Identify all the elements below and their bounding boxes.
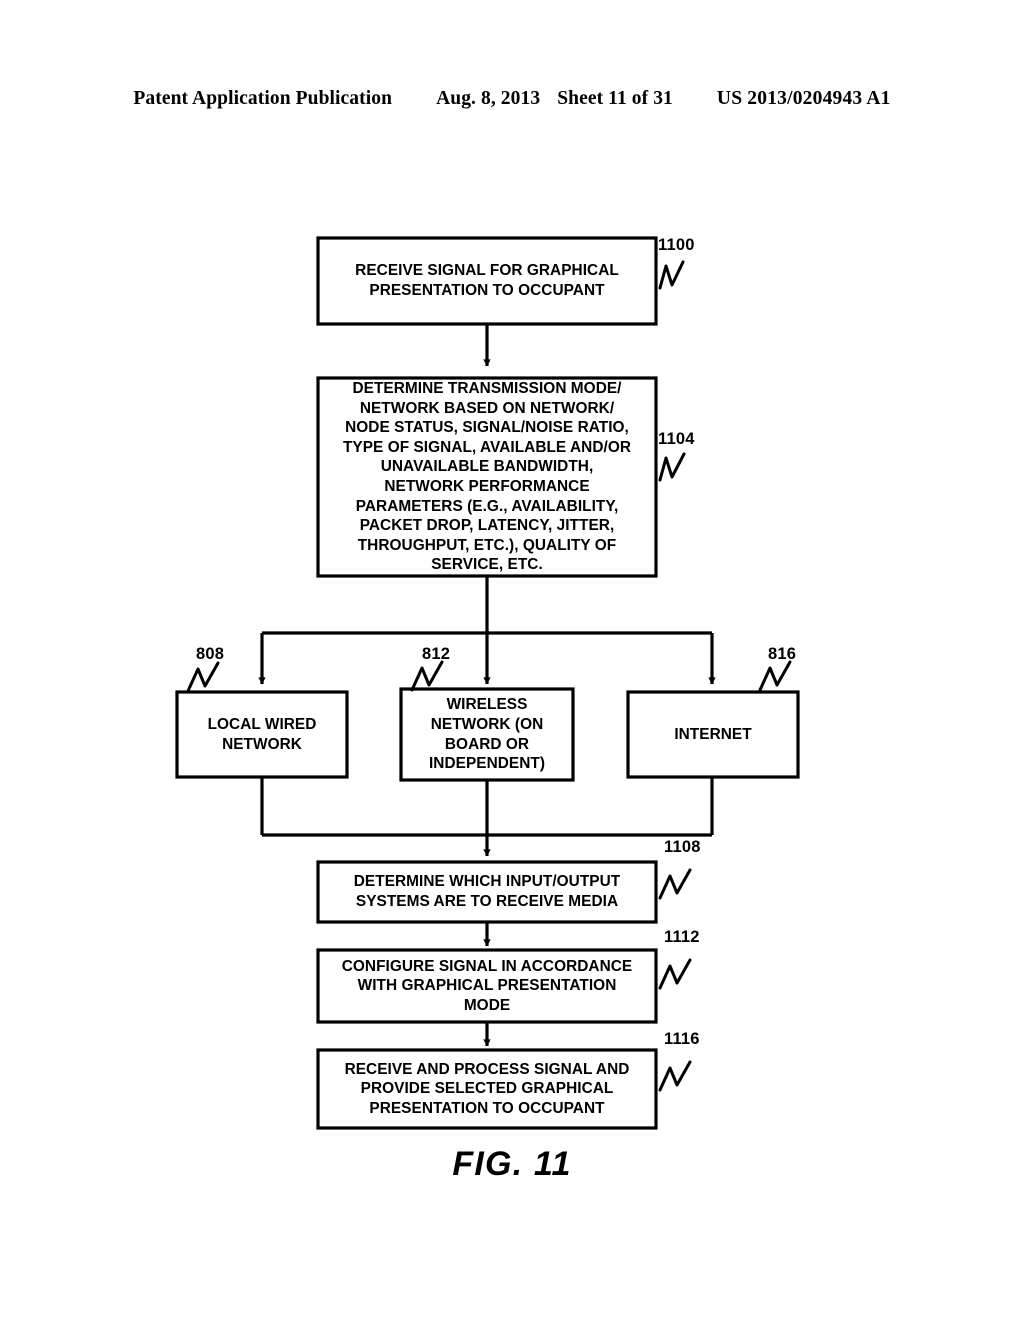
text-line: RECEIVE AND PROCESS SIGNAL AND <box>344 1060 630 1078</box>
box-internet-label: INTERNET <box>628 692 798 777</box>
text-line: WITH GRAPHICAL PRESENTATION <box>357 977 617 995</box>
text-line: NETWORK PERFORMANCE <box>384 478 590 495</box>
ref-numeral-816: 816 <box>768 645 797 663</box>
text-line: SYSTEMS ARE TO RECEIVE MEDIA <box>355 893 619 910</box>
figure-caption: FIG. 11 <box>452 1145 572 1183</box>
text-line: NETWORK (ON <box>430 715 544 733</box>
ref-numeral-812: 812 <box>422 645 451 663</box>
box-local-wired-network-label: LOCAL WIRED NETWORK <box>177 692 347 777</box>
lead-squiggle-1112 <box>658 958 692 990</box>
text-line: SERVICE, ETC. <box>431 556 543 574</box>
box-configure-signal-label: CONFIGURE SIGNAL IN ACCORDANCE WITH GRAP… <box>318 950 656 1022</box>
patent-figure-page: Patent Application Publication Aug. 8, 2… <box>0 0 1024 1320</box>
text-line: NETWORK BASED ON NETWORK/ <box>359 399 615 417</box>
text-line: DETERMINE WHICH INPUT/OUTPUT <box>353 873 621 891</box>
box-receive-signal-label: RECEIVE SIGNAL FOR GRAPHICAL PRESENTATIO… <box>318 238 656 324</box>
text-line: PROVIDE SELECTED GRAPHICAL <box>360 1080 614 1098</box>
box-receive-and-process-label: RECEIVE AND PROCESS SIGNAL AND PROVIDE S… <box>318 1050 656 1128</box>
ref-numeral-1104: 1104 <box>658 430 695 448</box>
lead-squiggle-808 <box>186 661 220 693</box>
text-line: INDEPENDENT) <box>428 755 546 773</box>
text-line: INTERNET <box>674 725 752 743</box>
text-line: PARAMETERS (E.G., AVAILABILITY, <box>355 497 619 515</box>
lead-squiggle-816 <box>758 660 792 692</box>
lead-squiggle-1104 <box>658 452 686 482</box>
lead-squiggle-1100 <box>658 260 685 290</box>
text-line: NODE STATUS, SIGNAL/NOISE RATIO, <box>345 419 629 437</box>
text-line: RECEIVE SIGNAL FOR GRAPHICAL <box>355 262 619 280</box>
text-line: WIRELESS <box>446 696 528 714</box>
text-line: BOARD OR <box>444 735 530 753</box>
ref-numeral-1108: 1108 <box>664 838 701 856</box>
lead-squiggle-812 <box>410 660 444 692</box>
text-line: DETERMINE TRANSMISSION MODE/ <box>352 380 622 398</box>
text-line: PRESENTATION TO OCCUPANT <box>369 1099 605 1117</box>
ref-numeral-1116: 1116 <box>664 1030 700 1048</box>
ref-numeral-808: 808 <box>196 645 225 663</box>
text-line: NETWORK <box>222 735 302 753</box>
text-line: MODE <box>463 996 511 1014</box>
text-line: LOCAL WIRED <box>207 715 317 733</box>
text-line: CONFIGURE SIGNAL IN ACCORDANCE <box>341 957 633 975</box>
text-line: UNAVAILABLE BANDWIDTH, <box>380 458 594 476</box>
ref-numeral-1100: 1100 <box>658 236 695 254</box>
box-determine-io-systems-label: DETERMINE WHICH INPUT/OUTPUT SYSTEMS ARE… <box>318 862 656 922</box>
box-wireless-network-label: WIRELESS NETWORK (ON BOARD OR INDEPENDEN… <box>401 689 573 780</box>
box-determine-transmission-label: DETERMINE TRANSMISSION MODE/ NETWORK BAS… <box>318 378 656 576</box>
ref-numeral-1112: 1112 <box>664 928 700 946</box>
text-line: PACKET DROP, LATENCY, JITTER, <box>359 517 615 535</box>
lead-squiggle-1116 <box>658 1060 692 1092</box>
lead-squiggle-1108 <box>658 868 692 900</box>
text-line: THROUGHPUT, ETC.), QUALITY OF <box>357 536 617 554</box>
text-line: TYPE OF SIGNAL, AVAILABLE AND/OR <box>342 438 632 456</box>
text-line: PRESENTATION TO OCCUPANT <box>369 282 605 299</box>
